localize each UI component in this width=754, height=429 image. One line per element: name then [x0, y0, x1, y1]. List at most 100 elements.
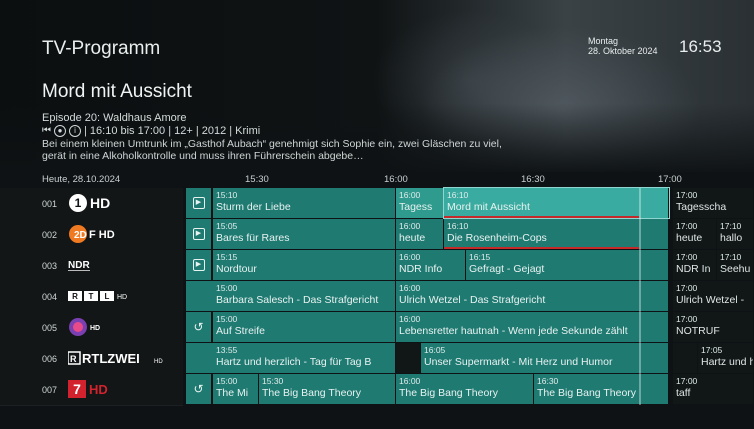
play-badge[interactable]: ▶ [186, 250, 212, 280]
channel-number: 005 [42, 323, 58, 333]
channel-cell[interactable]: 002 2D F HD [0, 219, 183, 251]
svg-text:RTLZWEI: RTLZWEI [82, 351, 140, 366]
channel-cell[interactable]: 001 1 HD [0, 188, 183, 220]
program-cell[interactable]: 15:00 Barbara Salesch - Das Strafgericht [186, 281, 396, 311]
svg-text:F HD: F HD [89, 229, 115, 241]
program-cell[interactable]: 17:00 Ulrich Wetzel - [673, 281, 754, 311]
program-cell[interactable]: 16:30 The Big Bang Theory [534, 374, 669, 404]
channel-logo-sat1: HD [68, 317, 112, 337]
program-cell-selected[interactable]: 16:10 Mord mit Aussicht [443, 187, 670, 219]
svg-text:NDR: NDR [68, 260, 90, 271]
meta-text: | 16:10 bis 17:00 | 12+ | 2012 | Krimi [84, 125, 261, 137]
program-cell[interactable]: 17:10 Seehu [717, 250, 754, 280]
program-time: 16:10 [447, 190, 469, 200]
replay-badge[interactable]: ↺ [186, 312, 212, 342]
channel-cell[interactable]: 004 R T L HD [0, 281, 183, 313]
svg-text:HD: HD [117, 294, 127, 301]
program-cell[interactable]: 16:00 NDR Info [396, 250, 466, 280]
replay-icon: ↺ [193, 382, 204, 396]
program-cell[interactable]: 17:00 heute [673, 219, 717, 249]
program-title: Ulrich Wetzel - Das Strafgericht [399, 294, 546, 306]
program-cell[interactable]: 16:00 Tagess [396, 188, 444, 218]
program-title: Mord mit Aussicht [447, 201, 530, 213]
channel-logo-ndr: NDR [68, 255, 98, 275]
play-badge[interactable]: ▶ [186, 219, 212, 249]
channel-logo-zdf: 2D F HD [68, 224, 130, 244]
program-cell[interactable]: 15:00 Auf Streife [213, 312, 396, 342]
rtl-logo: R T L HD [68, 291, 127, 301]
program-cell[interactable]: 16:00 The Big Bang Theory [396, 374, 534, 404]
svg-text:R: R [72, 292, 78, 301]
program-time: 16:05 [424, 345, 446, 355]
timeline-tick: 16:00 [384, 174, 408, 185]
program-time: 15:05 [216, 221, 238, 231]
show-description: Bei einem kleinen Umtrunk im „Gasthof Au… [42, 138, 502, 162]
channel-cell[interactable]: 003 NDR [0, 250, 183, 282]
program-cell[interactable]: 16:00 Ulrich Wetzel - Das Strafgericht [396, 281, 669, 311]
channel-cell[interactable]: 006 R RTLZWEI HD [0, 343, 183, 375]
program-time: 15:00 [216, 376, 238, 386]
program-cell[interactable]: 16:05 Unser Supermarkt - Mit Herz und Hu… [421, 343, 669, 373]
program-time: 17:00 [676, 314, 698, 324]
program-time: 16:10 [447, 221, 469, 231]
program-cell[interactable]: 16:00 Lebensretter hautnah - Wenn jede S… [396, 312, 669, 342]
play-icon: ▶ [192, 228, 205, 240]
program-cell-gap[interactable] [673, 343, 698, 373]
progress-bar [444, 216, 639, 218]
program-title: heute [399, 232, 426, 244]
timeline-date: Heute, 28.10.2024 [42, 174, 121, 185]
program-time: 16:00 [399, 376, 421, 386]
program-title: Ulrich Wetzel - [676, 294, 745, 306]
program-cell[interactable]: 15:15 Nordtour [213, 250, 396, 280]
episode-title: Episode 20: Waldhaus Amore [42, 112, 187, 124]
program-title: The Big Bang Theory [399, 387, 499, 399]
program-time: 16:00 [399, 252, 421, 262]
program-title: Sturm der Liebe [216, 201, 291, 213]
program-cell-gap[interactable] [396, 343, 421, 373]
program-title: Hartz und herzlich - Tag für Tag B [216, 356, 372, 368]
program-title: heute [676, 232, 703, 244]
program-cell[interactable]: 15:05 Bares für Rares [213, 219, 396, 249]
clock-date: Montag 28. Oktober 2024 [588, 36, 658, 56]
pro7-logo: 7 HD [68, 380, 108, 398]
program-title: Hartz und he [701, 356, 753, 368]
program-title: NOTRUF [676, 325, 720, 337]
program-cell[interactable]: 15:00 The Mi [213, 374, 259, 404]
program-time: 17:10 [720, 252, 742, 262]
channel-cell[interactable]: 007 7 HD [0, 374, 183, 406]
clock-weekday: Montag [588, 36, 619, 46]
sat1-logo: HD [69, 318, 100, 336]
play-badge[interactable]: ▶ [186, 188, 212, 218]
program-cell[interactable]: 17:10 hallo [717, 219, 754, 249]
program-cell[interactable]: 15:10 Sturm der Liebe [213, 188, 396, 218]
timeline-tick: 17:00 [658, 174, 682, 185]
program-time: 16:30 [537, 376, 559, 386]
channel-cell[interactable]: 005 HD [0, 312, 183, 344]
play-icon: ▶ [192, 259, 205, 271]
program-cell[interactable]: 16:10 Die Rosenheim-Cops [444, 219, 669, 249]
replay-badge[interactable]: ↺ [186, 374, 212, 404]
program-time: 17:00 [676, 376, 698, 386]
progress-bar [444, 247, 639, 249]
show-title: Mord mit Aussicht [42, 81, 192, 102]
program-cell[interactable]: 17:00 Tagesscha [673, 188, 754, 218]
program-cell[interactable]: 13:55 Hartz und herzlich - Tag für Tag B [186, 343, 396, 373]
program-time: 15:00 [216, 283, 238, 293]
program-cell[interactable]: 16:00 heute [396, 219, 444, 249]
program-cell[interactable]: 15:30 The Big Bang Theory [259, 374, 396, 404]
channel-logo-pro7: 7 HD [68, 379, 118, 399]
program-cell[interactable]: 17:00 NOTRUF [673, 312, 754, 342]
program-title: Lebensretter hautnah - Wenn jede Sekunde… [399, 325, 628, 337]
program-time: 15:15 [216, 252, 238, 262]
restart-icon: ⏮ [42, 125, 51, 136]
program-cell[interactable]: 17:00 NDR In [673, 250, 717, 280]
program-title: NDR Info [399, 263, 443, 275]
program-time: 16:00 [399, 221, 421, 231]
svg-text:T: T [89, 292, 94, 301]
ndr-logo: NDR [68, 260, 90, 271]
program-cell[interactable]: 17:00 taff [673, 374, 754, 404]
ard-logo: 1 HD [69, 194, 110, 212]
info-icon: i [69, 125, 81, 137]
program-time: 17:00 [676, 190, 698, 200]
program-cell[interactable]: 17:05 Hartz und he [698, 343, 754, 373]
